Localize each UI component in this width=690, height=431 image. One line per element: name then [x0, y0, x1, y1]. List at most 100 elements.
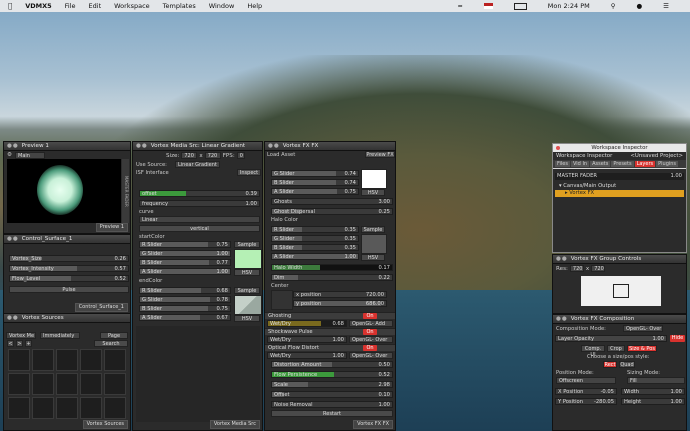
source-cell[interactable] [80, 397, 102, 419]
search-icon[interactable]: ⚲ [611, 2, 616, 10]
offset-slider[interactable]: offset 0.39 [139, 190, 260, 197]
frame-icon[interactable] [613, 284, 629, 298]
frequency-slider[interactable]: frequency 1.00 [139, 200, 260, 207]
position-mode-select[interactable]: Offscreen [556, 377, 616, 384]
source-cell[interactable] [80, 349, 102, 371]
app-name[interactable]: VDMX5 [25, 2, 51, 10]
source-cell[interactable] [8, 373, 30, 395]
fps-field[interactable]: 0 [236, 152, 245, 159]
sources-trigger-select[interactable]: Immediately [40, 332, 80, 339]
sources-bank-select[interactable]: Vortex Me [6, 332, 36, 339]
vortex-intensity-slider[interactable]: Vortex_Intensity 0.57 [9, 265, 129, 272]
source-cell[interactable] [104, 397, 126, 419]
distortion-slider[interactable]: Distortion Amount 0.50 [271, 361, 393, 368]
fx-a-slider[interactable]: A Slider 0.75 [271, 188, 359, 195]
source-cell[interactable] [104, 373, 126, 395]
ghost-dispersal-slider[interactable]: Ghost Dispersal 0.25 [271, 208, 393, 215]
halo-g-slider[interactable]: G Slider 0.35 [271, 235, 359, 242]
tab-plugins[interactable]: Plugins [656, 161, 679, 167]
scale-slider[interactable]: Scale 2.98 [271, 381, 393, 388]
tab-vid-in[interactable]: Vid In [570, 161, 590, 167]
source-cell[interactable] [8, 349, 30, 371]
offset-fx-slider[interactable]: Offset 0.10 [271, 391, 393, 398]
inspect-button[interactable]: Inspect [237, 169, 261, 176]
master-fader-row[interactable]: MASTER FADER 1.00 [555, 173, 684, 180]
vortex-sources-footer[interactable]: Vortex Sources [82, 420, 128, 429]
halo-b-slider[interactable]: B Slider 0.35 [271, 244, 359, 251]
preview-source-select[interactable]: Main Output [15, 151, 46, 165]
start-r-slider[interactable]: R Slider 0.75 [139, 241, 231, 248]
composition-mode-select[interactable]: OpenGL- Over [623, 325, 663, 332]
next-icon[interactable]: > [16, 340, 23, 347]
fx-color-swatch[interactable] [361, 169, 387, 189]
composition-title[interactable]: ●● Vortex FX Composition [553, 315, 686, 324]
shockwave-mode-select[interactable]: OpenGL- Over [349, 336, 393, 343]
vortex-size-slider[interactable]: Vortex_Size 0.26 [9, 255, 129, 262]
source-cell[interactable] [80, 373, 102, 395]
fx-footer[interactable]: Vortex FX FX [353, 420, 393, 429]
group-preview-box[interactable] [581, 276, 661, 306]
layer-opacity-slider[interactable]: Layer Opacity 1.00 [555, 335, 667, 342]
end-g-slider[interactable]: G Slider 0.78 [139, 296, 231, 303]
crop-button[interactable]: Crop [607, 345, 625, 352]
fx-g-slider[interactable]: G Slider 0.74 [271, 170, 359, 177]
battery-icon[interactable] [513, 2, 527, 10]
flow-level-slider[interactable]: Flow_Level 0.52 [9, 275, 129, 282]
comp-ui-button[interactable]: Comp. UI [581, 345, 605, 358]
layer-row-vortex-fx[interactable]: ▸ Vortex FX [555, 190, 684, 197]
preview-title[interactable]: ●● Preview 1 [4, 142, 130, 151]
source-cell[interactable] [104, 349, 126, 371]
group-controls-title[interactable]: ●● Vortex FX Group Controls [553, 255, 686, 264]
source-cell[interactable] [32, 397, 54, 419]
flow-persistence-slider[interactable]: Flow Persistence 0.52 [271, 371, 393, 378]
control-surface-footer[interactable]: Control_Surface_1 [74, 303, 128, 312]
apple-icon[interactable]:  [8, 2, 12, 10]
menubar-clock[interactable]: Mon 2:24 PM [548, 2, 590, 10]
x-position-slider[interactable]: x position 720.00 [293, 291, 387, 298]
start-hsv-button[interactable]: HSV [234, 269, 260, 276]
end-a-slider[interactable]: A Slider 0.67 [139, 314, 231, 321]
sources-search[interactable]: Search [94, 340, 128, 347]
end-sample-button[interactable]: Sample [234, 287, 260, 294]
preview-footer[interactable]: Preview 1 [95, 223, 128, 232]
source-select[interactable]: Linear Gradient [175, 161, 220, 168]
menu-edit[interactable]: Edit [89, 2, 102, 10]
tab-assets[interactable]: Assets [590, 161, 611, 167]
source-cell[interactable] [56, 397, 78, 419]
tab-presets[interactable]: Presets [611, 161, 634, 167]
start-a-slider[interactable]: A Slider 1.00 [139, 268, 231, 275]
vortex-sources-title[interactable]: ●● Vortex Sources [4, 314, 130, 323]
menu-templates[interactable]: Templates [163, 2, 196, 10]
source-cell[interactable] [32, 349, 54, 371]
add-icon[interactable]: + [25, 340, 32, 347]
width-field[interactable]: 720 [181, 152, 198, 159]
halo-r-slider[interactable]: R Slider 0.35 [271, 226, 359, 233]
source-cell[interactable] [8, 397, 30, 419]
dim-slider[interactable]: Dim 0.22 [271, 274, 393, 281]
height-field[interactable]: 720 [204, 152, 221, 159]
size-pos-button[interactable]: Size & Pos [627, 345, 657, 352]
menu-window[interactable]: Window [209, 2, 235, 10]
start-g-slider[interactable]: G Slider 1.00 [139, 250, 231, 257]
vertical-toggle[interactable]: vertical [139, 225, 260, 232]
canvas-row[interactable]: ▾ Canvas/Main Output [555, 183, 684, 190]
center-pad[interactable] [271, 290, 293, 310]
tab-layers[interactable]: Layers [634, 161, 656, 167]
source-cell[interactable] [32, 373, 54, 395]
prev-icon[interactable]: < [7, 340, 14, 347]
rect-button[interactable]: Rect [603, 361, 617, 368]
halo-hsv-button[interactable]: HSV [361, 254, 385, 261]
shockwave-on-button[interactable]: On [363, 329, 377, 335]
control-surface-title[interactable]: ●● Control_Surface_1 [4, 235, 130, 244]
height-comp-slider[interactable]: Height 1.00 [621, 398, 685, 405]
tab-files[interactable]: Files [555, 161, 570, 167]
optical-wetdry-slider[interactable]: Wet/Dry 1.00 [267, 352, 347, 359]
wifi-icon[interactable]: ≈ [457, 2, 462, 10]
sources-grid[interactable] [8, 349, 126, 419]
res-height[interactable]: 720 [591, 265, 606, 272]
noise-removal-slider[interactable]: Noise Removal 1.00 [271, 401, 393, 408]
master-fader-strip[interactable]: MASTER FADER [122, 159, 129, 223]
end-color-swatch[interactable] [234, 295, 262, 315]
media-src-footer[interactable]: Vortex Media Src [209, 420, 260, 429]
end-hsv-button[interactable]: HSV [234, 315, 260, 322]
